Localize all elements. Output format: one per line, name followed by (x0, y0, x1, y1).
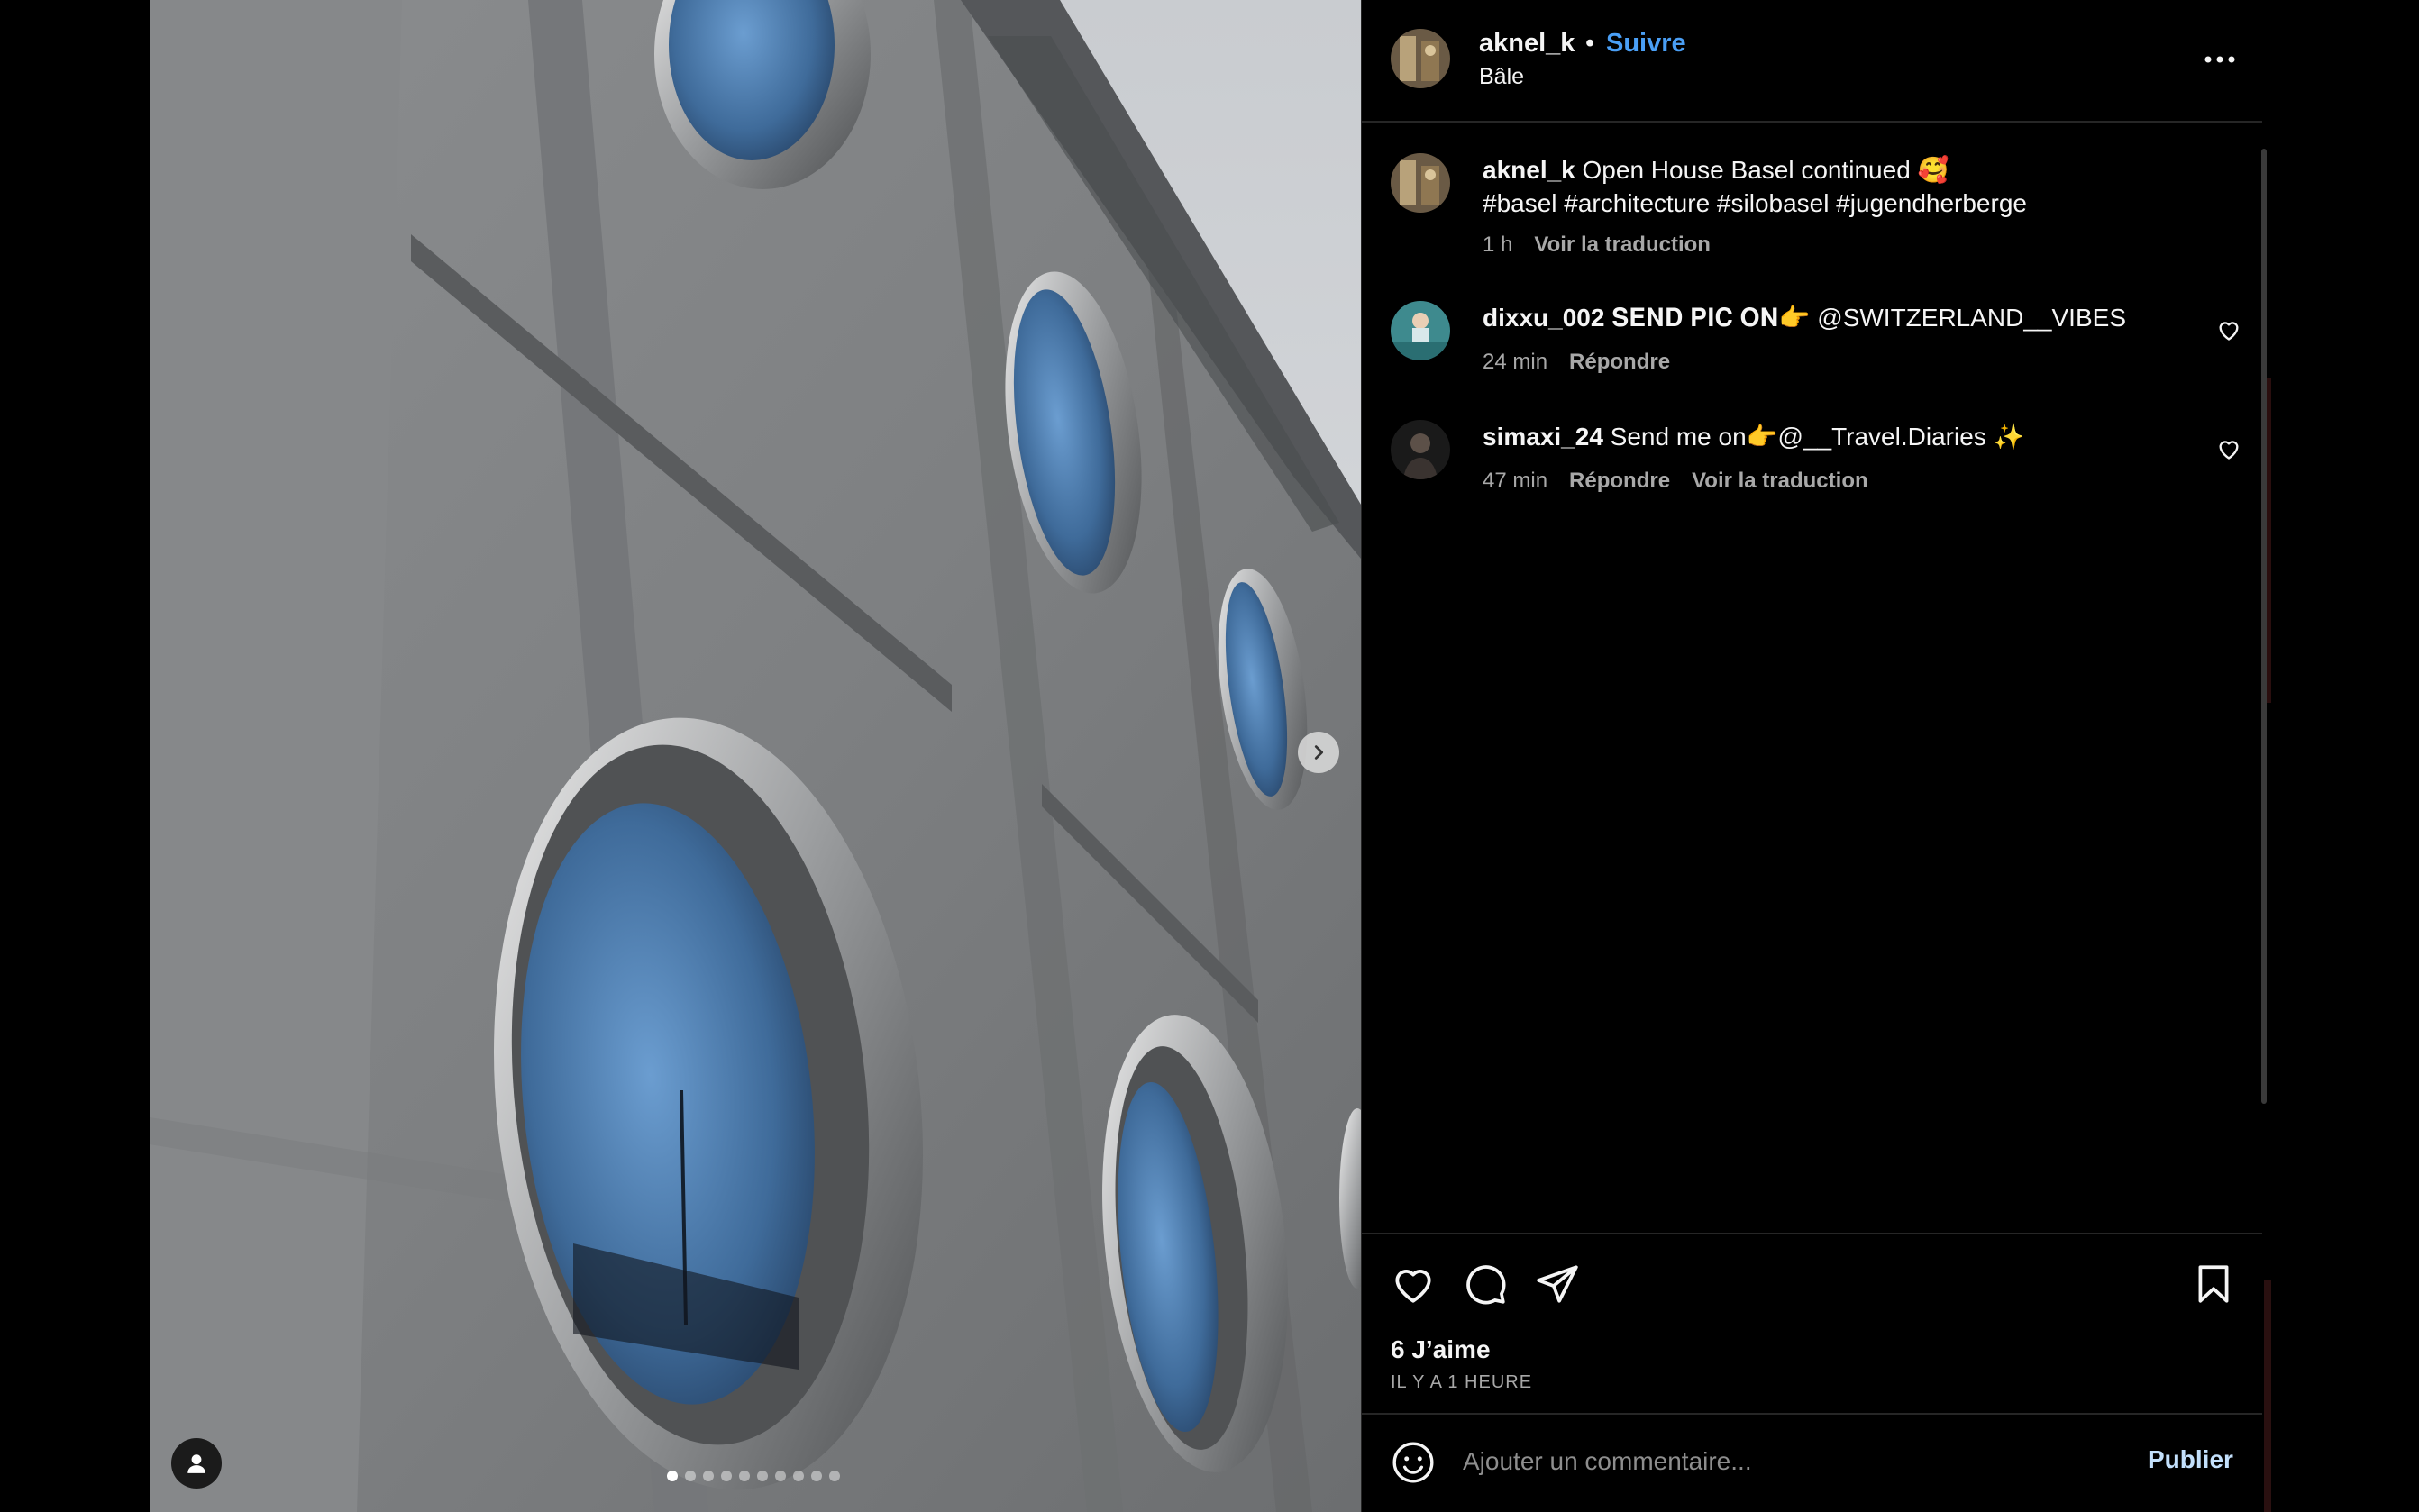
comment-text: simaxi_24 Send me on👉@__Travel.Diaries ✨ (1483, 420, 2204, 453)
post-timestamp: IL Y A 1 HEURE (1391, 1372, 1533, 1392)
comment-username[interactable]: simaxi_24 (1483, 423, 1603, 451)
carousel-indicator (667, 1471, 840, 1481)
more-horizontal-icon (2204, 56, 2235, 63)
reply-link[interactable]: Répondre (1569, 350, 1670, 375)
publish-button[interactable]: Publier (2148, 1445, 2233, 1474)
carousel-dot (667, 1471, 678, 1481)
header-separator: • (1585, 29, 1595, 58)
post-actions: 6 J’aime IL Y A 1 HEURE (1362, 1233, 2262, 1413)
caption-translate-link[interactable]: Voir la traduction (1534, 232, 1711, 258)
likes-count[interactable]: 6 J’aime (1391, 1335, 1491, 1364)
comment-body: @SWITZERLAND__VIBES (1810, 304, 2126, 332)
heart-icon[interactable] (1391, 1262, 1436, 1307)
emoji-icon[interactable] (1391, 1440, 1436, 1485)
send-icon[interactable] (1535, 1262, 1580, 1307)
carousel-next-button[interactable] (1298, 732, 1339, 773)
post-photo[interactable] (150, 0, 1361, 1512)
author-avatar[interactable] (1391, 29, 1450, 88)
carousel-dot (829, 1471, 840, 1481)
panel-scrollbar[interactable] (2261, 149, 2267, 1104)
caption-avatar[interactable] (1391, 153, 1450, 213)
reply-link[interactable]: Répondre (1569, 469, 1670, 494)
carousel-dot (811, 1471, 822, 1481)
carousel-dot (721, 1471, 732, 1481)
carousel-dot (775, 1471, 786, 1481)
comment-like-heart-icon[interactable] (2216, 436, 2241, 461)
comment-text: dixxu_002 𝐒𝐄𝐍𝐃 𝐏𝐈𝐂 𝐎𝐍👉 @SWITZERLAND__VIB… (1483, 301, 2204, 334)
comment-like-heart-icon[interactable] (2216, 317, 2241, 342)
caption-hashtags[interactable]: #basel #architecture #silobasel #jugendh… (1483, 189, 2027, 217)
follow-button[interactable]: Suivre (1606, 29, 1686, 59)
carousel-dot (757, 1471, 768, 1481)
carousel-dot (685, 1471, 696, 1481)
user-tag-icon (187, 1454, 205, 1473)
post-location[interactable]: Bâle (1479, 64, 1524, 90)
carousel-dot (739, 1471, 750, 1481)
caption-text: aknel_k Open House Basel continued 🥰 #ba… (1483, 153, 2204, 220)
comment-time[interactable]: 47 min (1483, 469, 1547, 494)
comment-styled-text: 𝐒𝐄𝐍𝐃 𝐏𝐈𝐂 𝐎𝐍👉 (1611, 304, 1811, 332)
more-options-button[interactable] (2195, 41, 2244, 77)
caption-time[interactable]: 1 h (1483, 232, 1512, 258)
comment-input[interactable] (1463, 1436, 2094, 1487)
caption-meta: 1 h Voir la traduction (1483, 232, 1711, 258)
comment-icon[interactable] (1463, 1262, 1508, 1307)
comment-composer: Publier (1362, 1413, 2262, 1512)
carousel-dot (793, 1471, 804, 1481)
post-header: aknel_k • Suivre Bâle (1362, 0, 2262, 123)
instagram-post-viewer: aknel_k • Suivre Bâle aknel_k Open House… (0, 0, 2419, 1512)
bookmark-icon[interactable] (2191, 1262, 2236, 1307)
comment-meta: 47 min Répondre Voir la traduction (1483, 469, 1868, 494)
comment-body: Send me on👉@__Travel.Diaries ✨ (1610, 423, 2025, 451)
comment-time[interactable]: 24 min (1483, 350, 1547, 375)
author-username[interactable]: aknel_k (1479, 29, 1575, 59)
comment-meta: 24 min Répondre (1483, 350, 1670, 375)
commenter-avatar[interactable] (1391, 420, 1450, 479)
commenter-avatar[interactable] (1391, 301, 1450, 360)
tag-user-button[interactable] (171, 1438, 222, 1489)
caption-username[interactable]: aknel_k (1483, 156, 1575, 184)
building-facade-image (150, 0, 1361, 1512)
caption-body: Open House Basel continued 🥰 (1582, 156, 1949, 184)
comment-username[interactable]: dixxu_002 (1483, 304, 1604, 332)
post-detail-panel: aknel_k • Suivre Bâle aknel_k Open House… (1361, 0, 2262, 1512)
chevron-right-icon (1314, 745, 1324, 760)
comment-translate-link[interactable]: Voir la traduction (1692, 469, 1868, 494)
background-overlay[interactable] (2264, 0, 2419, 1512)
carousel-dot (703, 1471, 714, 1481)
